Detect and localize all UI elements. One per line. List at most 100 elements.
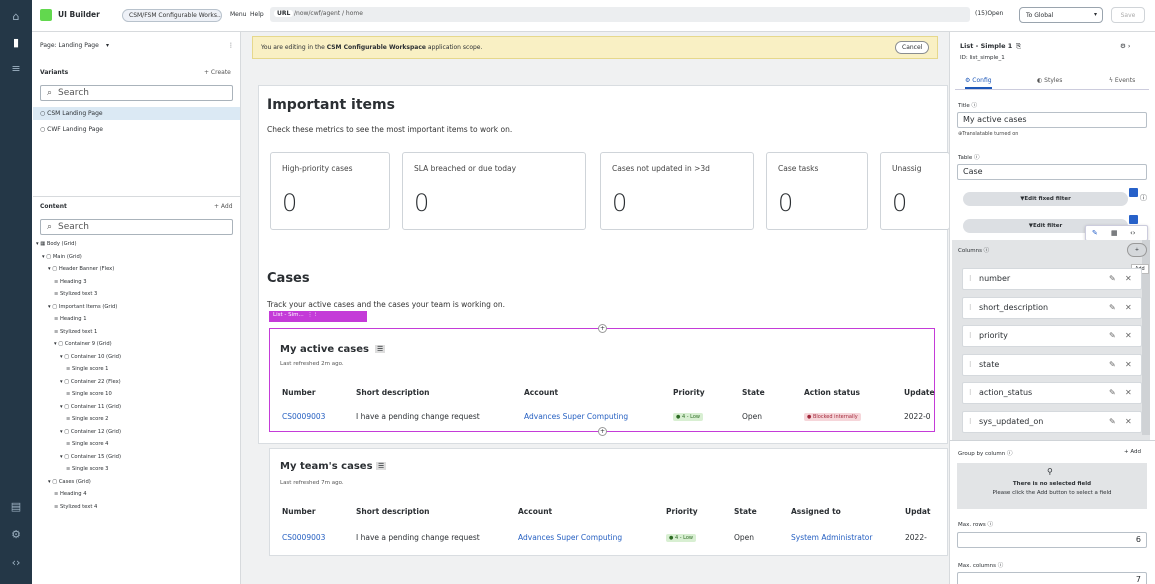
metric-card[interactable]: Case tasks 0 (766, 152, 868, 230)
add-content-button[interactable]: + Add (214, 203, 233, 210)
variant-item[interactable]: ○ CWF Landing Page (40, 126, 103, 133)
insert-below-icon[interactable]: + (598, 427, 607, 436)
tree-item[interactable]: ≡ Single score 4 (66, 441, 109, 447)
metric-card[interactable]: SLA breached or due today 0 (402, 152, 586, 230)
tab-styles[interactable]: ◐ Styles (1037, 77, 1062, 84)
data-icon[interactable]: ≡ (6, 58, 26, 78)
case-number-link[interactable]: CS0009003 (282, 533, 325, 542)
create-variant-button[interactable]: + Create (204, 69, 231, 76)
remove-icon[interactable]: ✕ (1125, 331, 1132, 340)
table-icon[interactable]: ▦ (1111, 229, 1118, 237)
bind-data-icon[interactable] (1129, 215, 1138, 224)
tree-item[interactable]: ▾ ▢ Container 22 (Flex) (60, 379, 121, 385)
edit-icon[interactable]: ✎ (1109, 360, 1116, 369)
assigned-to-link[interactable]: System Administrator (791, 533, 872, 542)
column-header[interactable]: Action status (804, 388, 860, 397)
home-icon[interactable]: ⌂ (6, 6, 26, 26)
column-header[interactable]: Number (282, 388, 316, 397)
tab-config[interactable]: ⚙ Config (965, 77, 992, 89)
tree-item[interactable]: ▾ ▢ Container 12 (Grid) (60, 429, 121, 435)
column-header[interactable]: Updat (905, 507, 930, 516)
code-icon[interactable]: ‹› (6, 552, 26, 572)
tree-item[interactable]: ▾ ▢ Container 11 (Grid) (60, 404, 121, 410)
tab-events[interactable]: ϟ Events (1109, 77, 1135, 84)
tree-item[interactable]: ≡ Heading 1 (54, 316, 87, 322)
tree-item[interactable]: ≡ Single score 1 (66, 366, 109, 372)
edit-icon[interactable]: ✎ (1109, 388, 1116, 397)
variants-search-input[interactable]: ⌕ Search (40, 85, 233, 101)
column-item[interactable]: ⁝ number ✎ ✕ (962, 268, 1142, 290)
metric-card[interactable]: Cases not updated in >3d 0 (600, 152, 754, 230)
tree-item[interactable]: ▾ ▢ Important Items (Grid) (48, 304, 117, 310)
max-columns-input[interactable]: 7 (957, 572, 1147, 584)
variant-item-selected[interactable]: ○ CSM Landing Page (33, 107, 240, 120)
layers-icon[interactable]: ▤ (6, 496, 26, 516)
column-header[interactable]: State (742, 388, 765, 397)
page-dropdown-icon[interactable]: ▾ (106, 42, 109, 49)
tree-item[interactable]: ▾ ▦ Body (Grid) (36, 241, 77, 247)
insert-above-icon[interactable]: + (598, 324, 607, 333)
page-icon[interactable]: ▮ (6, 32, 26, 52)
drag-handle-icon[interactable]: ⁝ (969, 303, 972, 312)
url-bar[interactable]: URL /now/cwf/agent / home (270, 7, 970, 22)
add-column-button[interactable]: + (1127, 243, 1147, 257)
bind-data-icon[interactable] (1129, 188, 1138, 197)
group-add-button[interactable]: + Add (1124, 449, 1141, 455)
settings-icon[interactable]: ⚙ › (1120, 42, 1131, 50)
code-icon[interactable]: ‹› (1130, 229, 1136, 237)
menu-link[interactable]: Menu (230, 11, 246, 18)
column-item[interactable]: ⁝ sys_updated_on ✎ ✕ (962, 410, 1142, 433)
tree-item[interactable]: ▾ ▢ Main (Grid) (42, 254, 82, 260)
remove-icon[interactable]: ✕ (1125, 274, 1132, 283)
save-button[interactable]: Save (1111, 7, 1145, 23)
remove-icon[interactable]: ✕ (1125, 388, 1132, 397)
remove-icon[interactable]: ✕ (1125, 303, 1132, 312)
experience-selector[interactable]: CSM/FSM Configurable Works... (122, 9, 222, 22)
tree-item[interactable]: ≡ Stylized text 4 (54, 504, 97, 510)
edit-icon[interactable]: ✎ (1109, 331, 1116, 340)
tree-item[interactable]: ▾ ▢ Cases (Grid) (48, 479, 91, 485)
scope-select[interactable]: To Global ▾ (1019, 7, 1103, 23)
account-link[interactable]: Advances Super Computing (524, 412, 628, 421)
tree-item[interactable]: ≡ Heading 4 (54, 491, 87, 497)
edit-icon[interactable]: ✎ (1109, 274, 1116, 283)
column-item[interactable]: ⁝ action_status ✎ ✕ (962, 382, 1142, 404)
column-header[interactable]: Update (904, 388, 935, 397)
column-header[interactable]: Assigned to (791, 507, 841, 516)
title-input[interactable]: My active cases (957, 112, 1147, 128)
help-link[interactable]: Help (250, 11, 264, 18)
open-button[interactable]: (15)Open (975, 10, 1003, 17)
tree-item[interactable]: ▾ ▢ Container 10 (Grid) (60, 354, 121, 360)
tree-item[interactable]: ≡ Stylized text 3 (54, 291, 97, 297)
max-rows-input[interactable]: 6 (957, 532, 1147, 548)
column-item[interactable]: ⁝ short_description ✎ ✕ (962, 296, 1142, 319)
column-header[interactable]: State (734, 507, 757, 516)
metric-card[interactable]: Unassig 0 (880, 152, 950, 230)
content-search-input[interactable]: ⌕ Search (40, 219, 233, 235)
tree-item[interactable]: ≡ Single score 3 (66, 466, 109, 472)
tree-item[interactable]: ▾ ▢ Container 9 (Grid) (54, 341, 112, 347)
tree-item[interactable]: ≡ Single score 2 (66, 416, 109, 422)
tree-item[interactable]: ▾ ▢ Container 15 (Grid) (60, 454, 121, 460)
table-input[interactable]: Case (957, 164, 1147, 180)
page-selector[interactable]: Page: Landing Page (40, 42, 99, 49)
drag-handle-icon[interactable]: ⁝ (969, 331, 972, 340)
drag-handle-icon[interactable]: ⁝ (969, 360, 972, 369)
remove-icon[interactable]: ✕ (1125, 417, 1132, 426)
tree-item[interactable]: ▾ ▢ Header Banner (Flex) (48, 266, 114, 272)
edit-icon[interactable]: ✎ (1092, 229, 1098, 237)
edit-fixed-filter-button[interactable]: ▼ Edit fixed filter (963, 192, 1128, 206)
tree-item[interactable]: ≡ Single score 10 (66, 391, 112, 397)
column-item[interactable]: ⁝ priority ✎ ✕ (962, 325, 1142, 347)
drag-handle-icon[interactable]: ⁝ (969, 274, 972, 283)
drag-handle-icon[interactable]: ⁝ (969, 417, 972, 426)
edit-icon[interactable]: ✎ (1109, 303, 1116, 312)
column-item[interactable]: ⁝ state ✎ ✕ (962, 353, 1142, 376)
drag-handle-icon[interactable]: ⁝ (969, 388, 972, 397)
column-header[interactable]: Short description (356, 507, 429, 516)
column-header[interactable]: Number (282, 507, 316, 516)
selection-tag[interactable]: List - Sim... ⋮ ⁝ (269, 311, 367, 322)
account-link[interactable]: Advances Super Computing (518, 533, 622, 542)
copy-icon[interactable]: ⎘ (1016, 42, 1021, 51)
column-header[interactable]: Account (518, 507, 552, 516)
